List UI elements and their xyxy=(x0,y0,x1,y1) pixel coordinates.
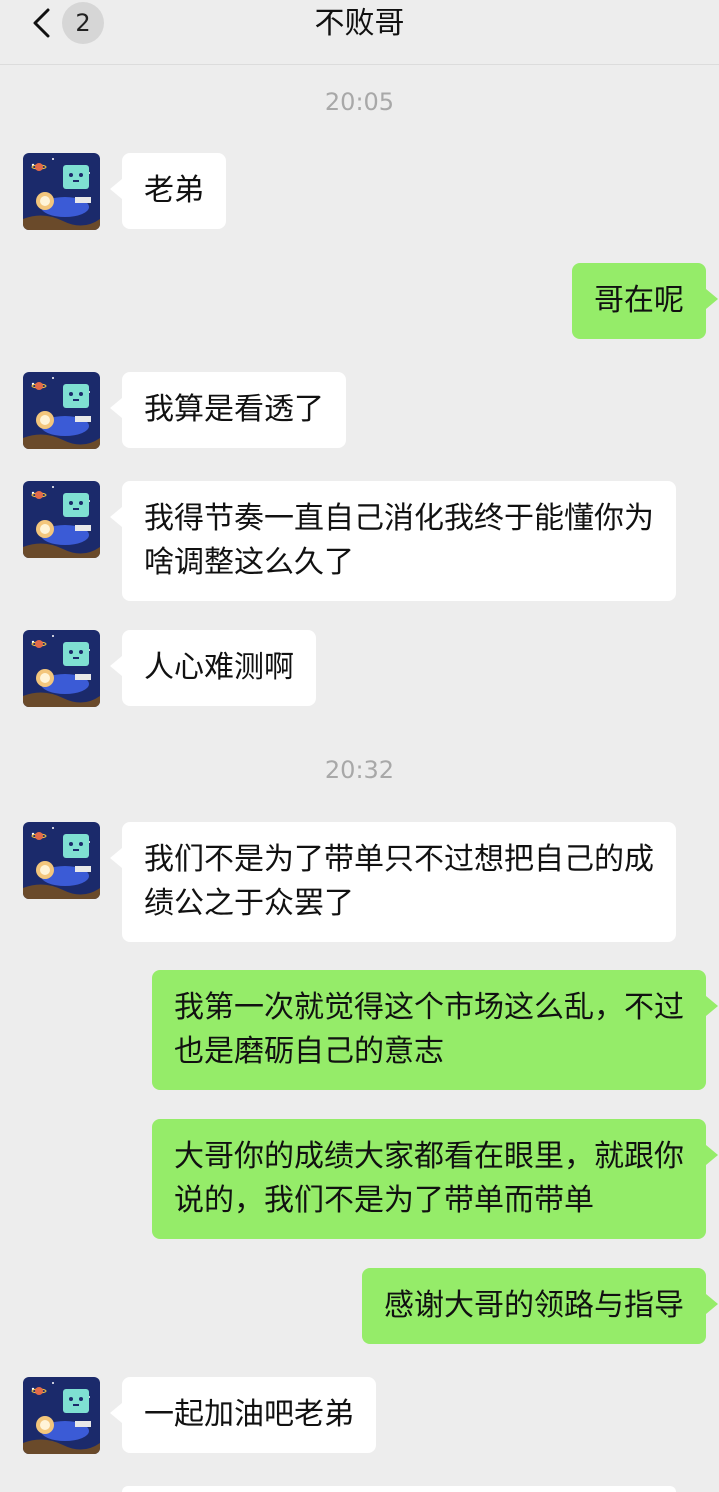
timestamp: 20:05 xyxy=(324,88,395,116)
contact-avatar[interactable] xyxy=(23,153,100,230)
message-bubble-outgoing[interactable]: 哥在呢 xyxy=(572,263,718,339)
message-bubble-incoming[interactable]: 人心难测啊 xyxy=(110,630,316,706)
message-bubble-incoming[interactable]: 一起加油吧老弟 xyxy=(110,1377,376,1453)
timestamp: 20:32 xyxy=(324,756,395,784)
message-bubble-incoming[interactable]: 我得节奏一直自己消化我终于能懂你为啥调整这么久了 xyxy=(110,481,676,601)
contact-avatar[interactable] xyxy=(23,630,100,707)
contact-avatar[interactable] xyxy=(23,1377,100,1454)
message-bubble-incoming[interactable]: 我算是看透了 xyxy=(110,372,346,448)
chat-header: 2 不败哥 xyxy=(0,0,719,65)
chat-title: 不败哥 xyxy=(314,6,405,41)
contact-avatar[interactable] xyxy=(23,481,100,558)
message-bubble-incoming[interactable]: 我们不是为了带单只不过想把自己的成绩公之于众罢了 xyxy=(110,822,676,942)
message-bubble-outgoing[interactable]: 我第一次就觉得这个市场这么乱，不过也是磨砺自己的意志 xyxy=(152,970,718,1090)
message-bubble-outgoing[interactable]: 大哥你的成绩大家都看在眼里，就跟你说的，我们不是为了带单而带单 xyxy=(152,1119,718,1239)
contact-avatar[interactable] xyxy=(23,1486,100,1492)
message-bubble-incoming[interactable]: 老弟 xyxy=(110,153,226,229)
contact-avatar[interactable] xyxy=(23,822,100,899)
message-bubble-outgoing[interactable]: 感谢大哥的领路与指导 xyxy=(362,1268,718,1344)
message-bubble-incoming[interactable] xyxy=(122,1486,676,1492)
contact-avatar[interactable] xyxy=(23,372,100,449)
